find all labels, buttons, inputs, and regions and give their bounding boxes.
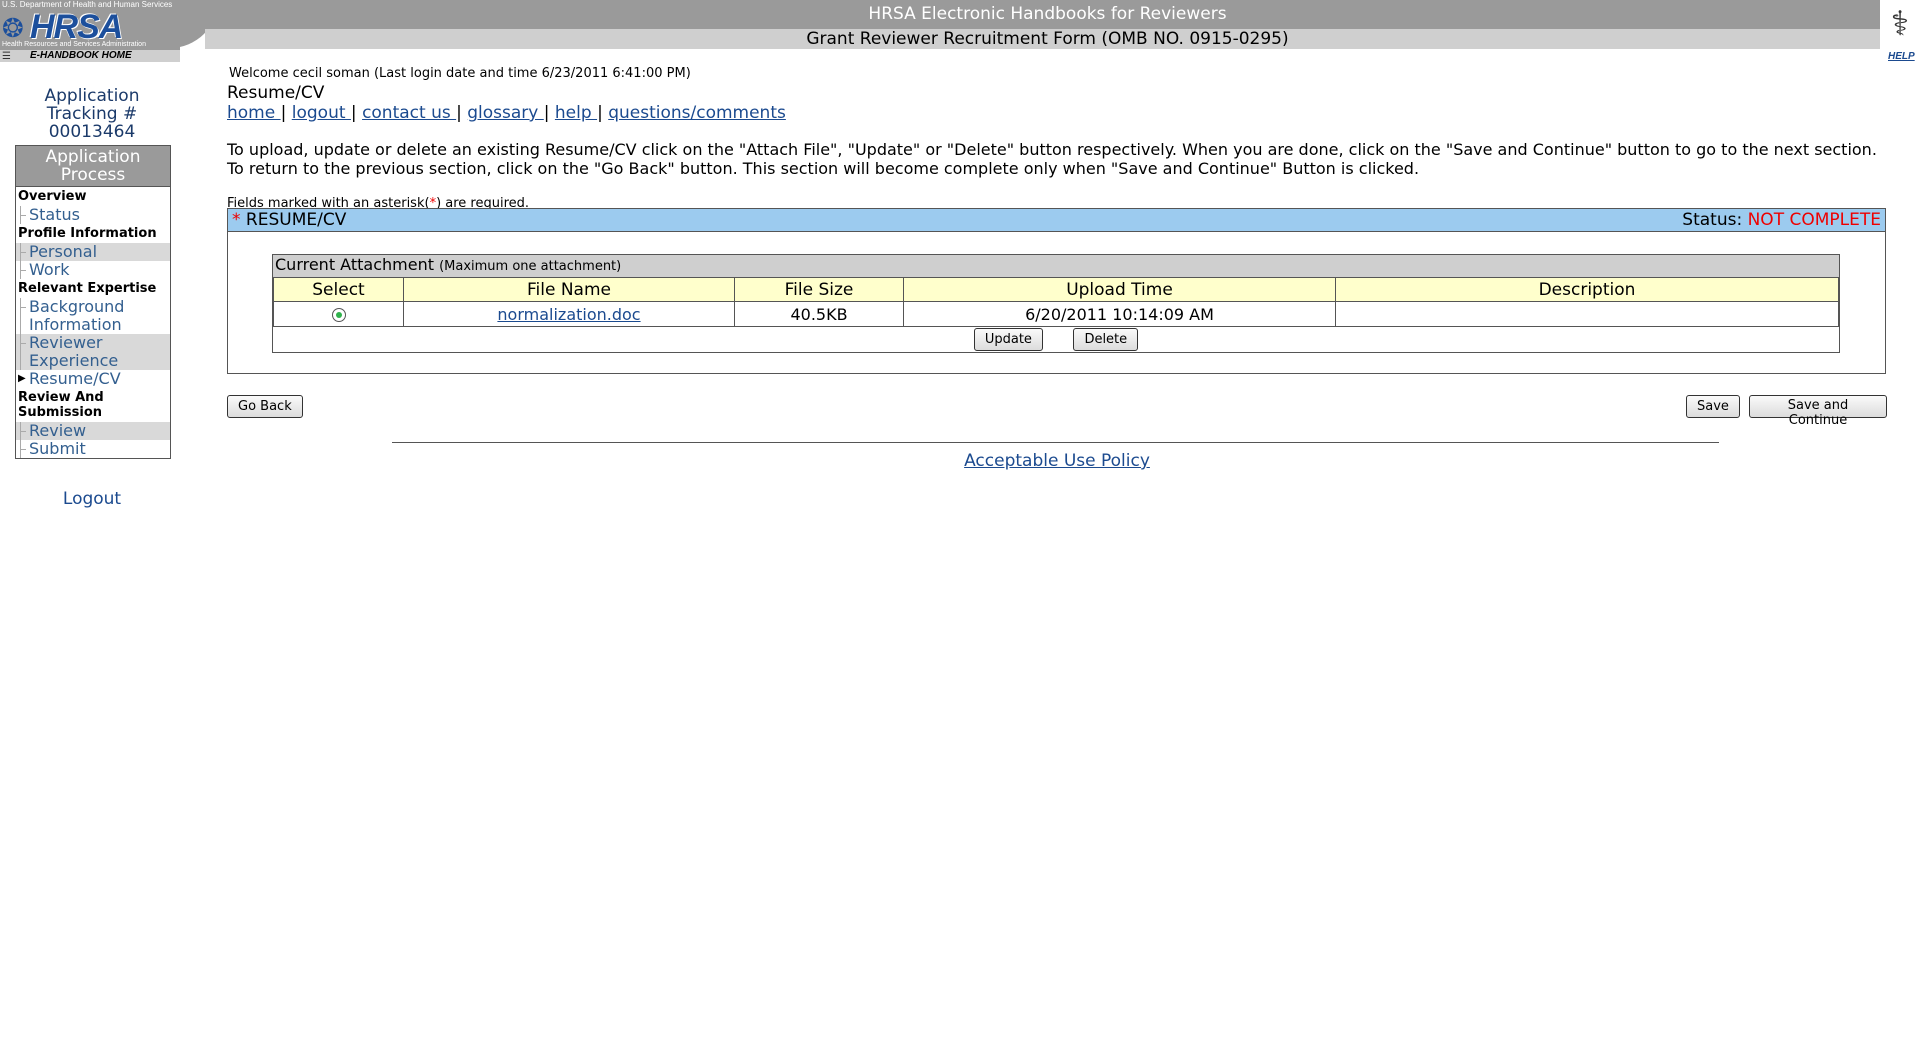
questions-comments-link[interactable]: questions/comments [608, 103, 786, 123]
nav-item-submit[interactable]: Submit [16, 440, 170, 458]
column-header-upload-time: Upload Time [903, 278, 1336, 302]
attachment-header-row: Select File Name File Size Upload Time D… [273, 278, 1839, 302]
nav-section-review: Review And Submission [16, 388, 170, 422]
section-asterisk: * [232, 210, 241, 230]
help-link[interactable]: HELP [1888, 51, 1915, 62]
nav-section-expertise: Relevant Expertise [18, 281, 157, 296]
nav-item-review[interactable]: Review [16, 422, 170, 440]
go-back-button[interactable]: Go Back [227, 395, 303, 418]
select-radio[interactable] [331, 308, 346, 322]
home-link[interactable]: home [227, 103, 281, 123]
page-title: Resume/CV [227, 83, 325, 103]
attachment-heading-text: Current Attachment [275, 255, 440, 274]
footer: Acceptable Use Policy [227, 451, 1887, 471]
nav-item-background-line-1: Background [29, 297, 125, 316]
hrsa-subtext: Health Resources and Services Administra… [2, 41, 146, 48]
upload-time-cell: 6/20/2011 10:14:09 AM [903, 301, 1336, 327]
current-attachment-panel: Current Attachment (Maximum one attachme… [272, 254, 1840, 353]
instructions-text: To upload, update or delete an existing … [227, 140, 1877, 178]
nav-heading-line-1: Application [45, 147, 141, 167]
form-title: Grant Reviewer Recruitment Form (OMB NO.… [806, 29, 1289, 49]
nav-section-review-line-1: Review And [18, 390, 104, 405]
tracking-number: 00013464 [48, 122, 136, 142]
status-label: Status: [1682, 210, 1748, 230]
sidebar-logout-link[interactable]: Logout [15, 489, 169, 509]
column-header-select: Select [273, 278, 404, 302]
nav-item-resume[interactable]: ▶ Resume/CV [16, 370, 170, 388]
hrsa-swirl-icon: ❂ [2, 14, 24, 44]
nav-item-resume-label: Resume/CV [29, 369, 121, 388]
tracking-label-1: Application [44, 86, 140, 106]
app-title: HRSA Electronic Handbooks for Reviewers [868, 4, 1227, 24]
column-header-file-name: File Name [403, 278, 735, 302]
select-cell [273, 301, 404, 327]
save-and-continue-button[interactable]: Save and Continue [1749, 395, 1887, 428]
application-process-nav: Application Process Overview Status Prof… [15, 145, 171, 459]
glossary-link[interactable]: glossary [467, 103, 544, 123]
nav-section-overview: Overview [18, 189, 87, 204]
footer-divider [392, 442, 1719, 443]
logout-link[interactable]: logout [292, 103, 351, 123]
application-tracking: Application Tracking # 00013464 [15, 87, 169, 141]
main-content: Welcome cecil soman (Last login date and… [227, 66, 1887, 471]
help-top-link[interactable]: help [555, 103, 597, 123]
resume-section: * RESUME/CV Status: NOT COMPLETE Current… [227, 208, 1886, 374]
status-badge: NOT COMPLETE [1747, 210, 1881, 230]
section-title: * RESUME/CV [232, 209, 346, 231]
link-separator: | [280, 103, 287, 123]
contact-us-link[interactable]: contact us [362, 103, 456, 123]
hhs-eagle-icon: ⚕ [1880, 0, 1920, 48]
section-header-bar: * RESUME/CV Status: NOT COMPLETE [228, 209, 1885, 232]
section-title-text: RESUME/CV [240, 210, 347, 230]
ehandbook-home-link[interactable]: E-HANDBOOK HOME [0, 50, 180, 62]
attachment-heading: Current Attachment (Maximum one attachme… [273, 255, 1839, 278]
column-header-file-size: File Size [734, 278, 904, 302]
update-button[interactable]: Update [973, 328, 1043, 351]
welcome-text: Welcome cecil soman (Last login date and… [229, 66, 691, 81]
section-status: Status: NOT COMPLETE [1682, 209, 1881, 231]
current-arrow-icon: ▶ [18, 373, 26, 384]
link-separator: | [350, 103, 357, 123]
attachment-actions: Update Delete [274, 327, 1839, 353]
file-name-link[interactable]: normalization.doc [497, 305, 640, 324]
nav-item-reviewer-experience[interactable]: Reviewer Experience [16, 334, 170, 370]
tracking-label-2: Tracking # [46, 104, 138, 124]
nav-section-profile: Profile Information [18, 226, 157, 241]
action-row: Update Delete [274, 327, 1839, 353]
nav-item-reviewer-line-2: Experience [29, 351, 119, 370]
home-arrow-icon: ☰ [2, 51, 11, 62]
delete-button[interactable]: Delete [1073, 328, 1139, 351]
attachment-table: Select File Name File Size Upload Time D… [273, 278, 1839, 352]
nav-item-personal[interactable]: Personal [16, 243, 170, 261]
save-button[interactable]: Save [1686, 395, 1740, 418]
column-header-description: Description [1335, 278, 1839, 302]
file-name-cell: normalization.doc [403, 301, 735, 327]
top-links: home | logout | contact us | glossary | … [227, 103, 1887, 123]
nav-item-background[interactable]: Background Information [16, 298, 170, 334]
description-cell [1335, 301, 1839, 327]
attachment-note: (Maximum one attachment) [439, 259, 622, 274]
nav-heading: Application Process [16, 146, 170, 187]
nav-item-background-line-2: Information [29, 315, 122, 334]
nav-item-reviewer-line-1: Reviewer [29, 333, 103, 352]
nav-item-work[interactable]: Work [16, 261, 170, 279]
link-separator: | [543, 103, 550, 123]
nav-item-status[interactable]: Status [16, 206, 170, 224]
acceptable-use-policy-link[interactable]: Acceptable Use Policy [964, 451, 1150, 471]
nav-heading-line-2: Process [60, 165, 126, 185]
file-size-cell: 40.5KB [734, 301, 904, 327]
link-separator: | [456, 103, 462, 123]
table-row: normalization.doc 40.5KB 6/20/2011 10:14… [273, 301, 1839, 327]
header: U.S. Department of Health and Human Serv… [0, 0, 1920, 62]
link-separator: | [597, 103, 603, 123]
nav-section-review-line-2: Submission [18, 405, 103, 420]
